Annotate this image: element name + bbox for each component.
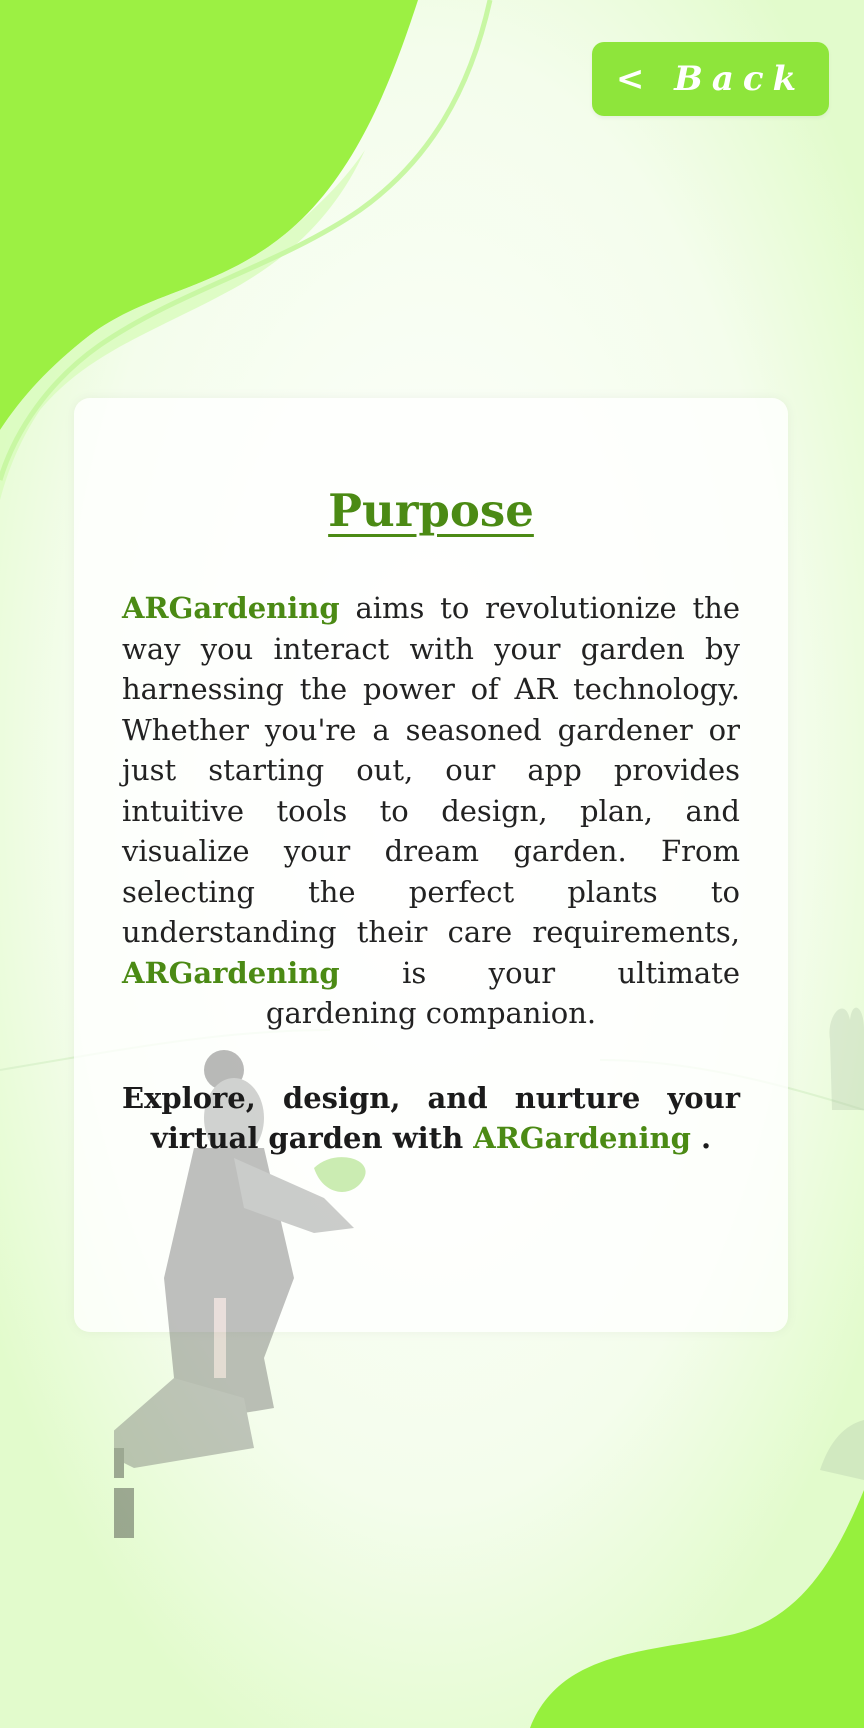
brand-name: ARGardening <box>473 1121 691 1155</box>
brand-name: ARGardening <box>122 591 340 625</box>
tagline-end: . <box>690 1121 712 1155</box>
brand-name: ARGardening <box>122 955 340 990</box>
description-text-1: aims to revolutionize the way you intera… <box>122 591 740 949</box>
back-button[interactable]: < Back <box>592 42 829 116</box>
purpose-description: ARGardening aims to revolutionize the wa… <box>122 588 740 1034</box>
tagline: Explore, design, and nurture your virtua… <box>122 1078 740 1158</box>
page-title: Purpose <box>328 484 534 537</box>
purpose-card: Purpose ARGardening aims to revolutioniz… <box>74 398 788 1538</box>
